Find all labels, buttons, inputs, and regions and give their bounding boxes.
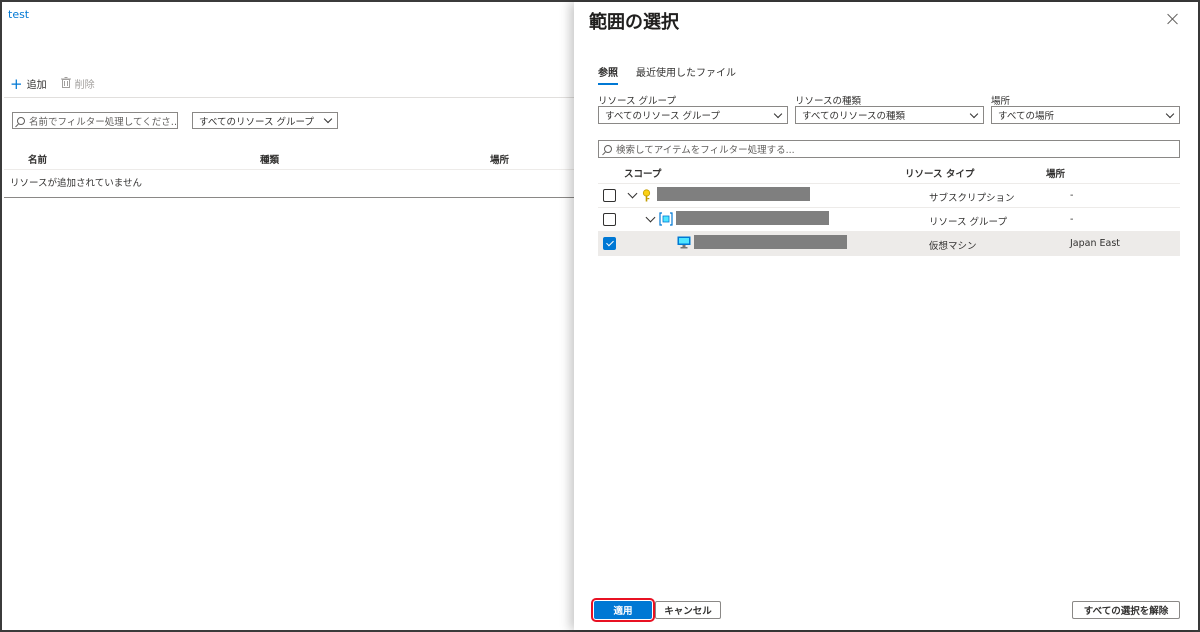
tab-browse[interactable]: 参照 (598, 64, 618, 85)
page-title[interactable]: test (8, 8, 29, 21)
delete-label: 削除 (74, 80, 95, 91)
plus-icon: + (10, 74, 23, 93)
column-header-type: 種類 (260, 155, 280, 166)
apply-button[interactable]: 適用 (591, 598, 655, 622)
item-search-input[interactable]: 検索してアイテムをフィルター処理する... (598, 140, 1180, 158)
panel-title: 範囲の選択 (589, 12, 679, 33)
row-checkbox[interactable] (603, 237, 616, 250)
row-resource-type: 仮想マシン (929, 241, 977, 252)
delete-button[interactable]: 削除 (60, 76, 95, 91)
virtual-machine-icon (677, 236, 691, 249)
filter-location-value: すべての場所 (998, 111, 1054, 122)
chevron-down-icon (323, 114, 333, 124)
item-search-placeholder: 検索してアイテムをフィルター処理する... (616, 145, 795, 156)
close-icon[interactable] (1166, 12, 1180, 26)
key-icon (640, 189, 653, 202)
search-icon (604, 145, 612, 153)
row-resource-type: リソース グループ (929, 217, 1007, 228)
left-pane: test + 追加 削除 名前でフィルター処理してくださ… すべてのリソース グ… (2, 2, 574, 630)
clear-all-selection-button[interactable]: すべての選択を解除 (1072, 601, 1180, 619)
select-scope-panel: 範囲の選択 参照 最近使用したファイル リソース グループ すべてのリソース グ… (574, 2, 1198, 630)
column-header-name: 名前 (28, 155, 48, 166)
table-row[interactable]: 仮想マシン Japan East (598, 232, 1180, 255)
row-location: Japan East (1070, 238, 1121, 249)
filter-resource-group-select[interactable]: すべてのリソース グループ (598, 106, 788, 124)
table-row[interactable]: サブスクリプション - (598, 184, 1180, 207)
redacted-name (694, 235, 847, 249)
resource-group-icon (659, 212, 673, 226)
filter-location-select[interactable]: すべての場所 (991, 106, 1180, 124)
cancel-button[interactable]: キャンセル (655, 601, 721, 619)
search-icon (17, 116, 25, 125)
row-checkbox[interactable] (603, 213, 616, 226)
row-location: - (1070, 190, 1074, 201)
redacted-name (657, 187, 810, 201)
filter-resource-type-value: すべてのリソースの種類 (802, 111, 905, 122)
add-button[interactable]: + 追加 (10, 76, 47, 91)
filter-label-location: 場所 (991, 96, 1011, 107)
chevron-down-icon (773, 109, 783, 118)
resource-group-select[interactable]: すべてのリソース グループ (192, 112, 338, 129)
table-header-scope: スコープ (624, 169, 662, 180)
filter-label-resource-group: リソース グループ (598, 96, 676, 107)
divider (4, 169, 574, 170)
row-resource-type: サブスクリプション (929, 193, 1015, 204)
filter-label-resource-type: リソースの種類 (795, 96, 862, 107)
chevron-down-icon (969, 109, 979, 118)
divider (4, 197, 574, 198)
add-label: 追加 (26, 80, 47, 91)
table-header-resource-type: リソース タイプ (905, 169, 975, 180)
empty-message: リソースが追加されていません (10, 178, 142, 189)
chevron-down-icon (1165, 109, 1175, 118)
row-checkbox[interactable] (603, 189, 616, 202)
divider (4, 97, 574, 98)
redacted-name (676, 211, 829, 225)
table-row[interactable]: リソース グループ - (598, 208, 1180, 231)
column-header-location: 場所 (490, 155, 510, 166)
name-filter-input[interactable]: 名前でフィルター処理してくださ… (12, 112, 178, 129)
divider (598, 255, 1180, 256)
filter-resource-type-select[interactable]: すべてのリソースの種類 (795, 106, 984, 124)
toolbar: + 追加 削除 (10, 76, 95, 91)
filter-resource-group-value: すべてのリソース グループ (605, 111, 720, 122)
resource-group-select-value: すべてのリソース グループ (199, 116, 314, 128)
trash-icon (60, 77, 71, 90)
chevron-down-icon[interactable] (645, 212, 656, 223)
chevron-down-icon[interactable] (627, 188, 638, 199)
tab-recent[interactable]: 最近使用したファイル (636, 64, 736, 85)
table-header-location: 場所 (1046, 169, 1066, 180)
name-filter-placeholder: 名前でフィルター処理してくださ… (29, 116, 178, 128)
row-location: - (1070, 214, 1074, 225)
tab-bar: 参照 最近使用したファイル (598, 64, 736, 85)
